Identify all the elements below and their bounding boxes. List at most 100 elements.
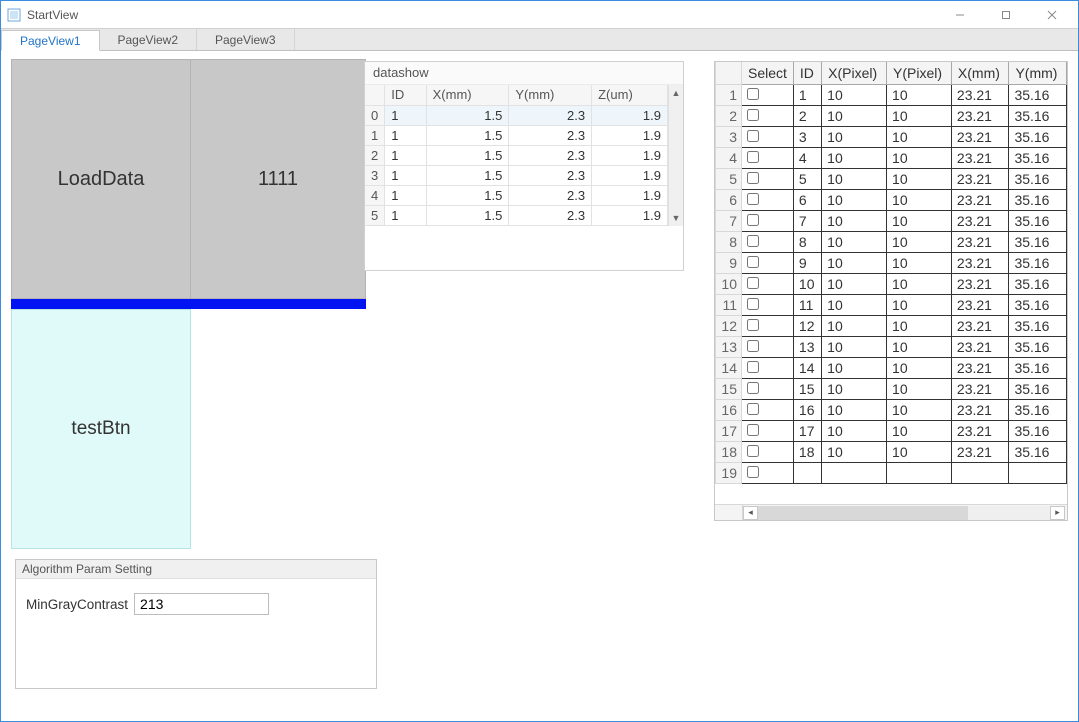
results-select-checkbox[interactable] <box>747 382 759 394</box>
results-col-header[interactable]: Y(Pixel) <box>887 62 952 85</box>
results-cell[interactable]: 23.21 <box>951 421 1009 442</box>
results-cell[interactable]: 10 <box>887 442 952 463</box>
datashow-cell[interactable]: 1.9 <box>592 105 668 125</box>
results-select-cell[interactable] <box>742 337 794 358</box>
results-cell[interactable]: 10 <box>822 400 887 421</box>
results-cell[interactable]: 10 <box>822 379 887 400</box>
scroll-right-icon[interactable]: ▸ <box>1050 506 1065 520</box>
results-cell[interactable]: 10 <box>822 148 887 169</box>
datashow-cell[interactable]: 1.9 <box>592 185 668 205</box>
results-select-checkbox[interactable] <box>747 214 759 226</box>
results-cell[interactable]: 35.16 <box>1009 358 1067 379</box>
results-cell[interactable]: 10 <box>887 337 952 358</box>
results-select-checkbox[interactable] <box>747 298 759 310</box>
results-cell[interactable]: 10 <box>887 148 952 169</box>
results-select-checkbox[interactable] <box>747 235 759 247</box>
datashow-col-header[interactable]: Z(um) <box>592 85 668 105</box>
load-data-button[interactable]: LoadData <box>11 59 191 299</box>
results-cell[interactable] <box>887 463 952 484</box>
results-cell[interactable]: 14 <box>793 358 821 379</box>
results-cell[interactable]: 7 <box>793 211 821 232</box>
results-table[interactable]: SelectIDX(Pixel)Y(Pixel)X(mm)Y(mm) 11101… <box>715 62 1067 484</box>
datashow-cell[interactable]: 1 <box>385 185 426 205</box>
datashow-cell[interactable]: 2.3 <box>509 145 592 165</box>
results-select-checkbox[interactable] <box>747 403 759 415</box>
results-cell[interactable]: 10 <box>822 169 887 190</box>
tab-pageview2[interactable]: PageView2 <box>100 29 198 50</box>
results-select-cell[interactable] <box>742 421 794 442</box>
datashow-cell[interactable]: 1.5 <box>426 125 509 145</box>
results-cell[interactable]: 35.16 <box>1009 211 1067 232</box>
results-row[interactable]: 1414101023.2135.16 <box>716 358 1067 379</box>
results-cell[interactable]: 17 <box>793 421 821 442</box>
results-cell[interactable]: 23.21 <box>951 169 1009 190</box>
results-select-cell[interactable] <box>742 127 794 148</box>
results-cell[interactable]: 10 <box>822 127 887 148</box>
results-cell[interactable]: 10 <box>793 274 821 295</box>
test-button[interactable]: testBtn <box>11 309 191 549</box>
results-select-cell[interactable] <box>742 358 794 379</box>
scroll-up-icon[interactable]: ▲ <box>669 85 683 101</box>
results-cell[interactable]: 3 <box>793 127 821 148</box>
results-row[interactable]: 1616101023.2135.16 <box>716 400 1067 421</box>
results-row[interactable]: 66101023.2135.16 <box>716 190 1067 211</box>
min-gray-contrast-input[interactable] <box>134 593 269 615</box>
results-row[interactable]: 1818101023.2135.16 <box>716 442 1067 463</box>
results-cell[interactable]: 35.16 <box>1009 253 1067 274</box>
datashow-vscrollbar[interactable]: ▲ ▼ <box>668 85 683 226</box>
datashow-row[interactable]: 111.52.31.9 <box>365 125 668 145</box>
results-select-checkbox[interactable] <box>747 151 759 163</box>
results-cell[interactable] <box>1009 463 1067 484</box>
results-select-checkbox[interactable] <box>747 172 759 184</box>
datashow-cell[interactable]: 1.5 <box>426 165 509 185</box>
results-select-checkbox[interactable] <box>747 319 759 331</box>
results-row[interactable]: 1010101023.2135.16 <box>716 274 1067 295</box>
datashow-cell[interactable]: 1.5 <box>426 145 509 165</box>
results-col-header[interactable]: X(Pixel) <box>822 62 887 85</box>
datashow-cell[interactable]: 1.9 <box>592 205 668 225</box>
datashow-col-header[interactable]: ID <box>385 85 426 105</box>
datashow-cell[interactable]: 1.9 <box>592 125 668 145</box>
results-cell[interactable]: 23.21 <box>951 379 1009 400</box>
results-cell[interactable]: 35.16 <box>1009 232 1067 253</box>
results-col-header[interactable]: Y(mm) <box>1009 62 1067 85</box>
results-cell[interactable]: 9 <box>793 253 821 274</box>
datashow-cell[interactable]: 1 <box>385 125 426 145</box>
datashow-row[interactable]: 311.52.31.9 <box>365 165 668 185</box>
results-cell[interactable]: 10 <box>887 211 952 232</box>
results-cell[interactable]: 23.21 <box>951 316 1009 337</box>
datashow-cell[interactable]: 1 <box>385 145 426 165</box>
results-cell[interactable]: 10 <box>822 295 887 316</box>
results-select-checkbox[interactable] <box>747 466 759 478</box>
results-select-checkbox[interactable] <box>747 256 759 268</box>
results-select-cell[interactable] <box>742 169 794 190</box>
results-cell[interactable]: 10 <box>887 421 952 442</box>
results-cell[interactable]: 10 <box>822 253 887 274</box>
results-cell[interactable]: 23.21 <box>951 148 1009 169</box>
results-select-cell[interactable] <box>742 295 794 316</box>
results-row[interactable]: 44101023.2135.16 <box>716 148 1067 169</box>
results-select-cell[interactable] <box>742 106 794 127</box>
results-cell[interactable]: 23.21 <box>951 106 1009 127</box>
minimize-button[interactable] <box>940 2 980 28</box>
results-col-header[interactable]: X(mm) <box>951 62 1009 85</box>
results-cell[interactable]: 23.21 <box>951 295 1009 316</box>
datashow-cell[interactable]: 1.9 <box>592 145 668 165</box>
results-cell[interactable]: 35.16 <box>1009 400 1067 421</box>
results-select-checkbox[interactable] <box>747 424 759 436</box>
results-cell[interactable]: 10 <box>887 190 952 211</box>
results-cell[interactable]: 10 <box>822 274 887 295</box>
results-select-checkbox[interactable] <box>747 277 759 289</box>
results-row[interactable]: 33101023.2135.16 <box>716 127 1067 148</box>
results-cell[interactable]: 6 <box>793 190 821 211</box>
datashow-cell[interactable]: 1.5 <box>426 205 509 225</box>
results-cell[interactable]: 35.16 <box>1009 85 1067 106</box>
results-cell[interactable]: 1 <box>793 85 821 106</box>
results-cell[interactable]: 10 <box>887 379 952 400</box>
results-cell[interactable]: 23.21 <box>951 127 1009 148</box>
results-cell[interactable]: 10 <box>887 253 952 274</box>
results-cell[interactable]: 18 <box>793 442 821 463</box>
results-cell[interactable]: 15 <box>793 379 821 400</box>
datashow-cell[interactable]: 2.3 <box>509 205 592 225</box>
results-cell[interactable]: 23.21 <box>951 190 1009 211</box>
